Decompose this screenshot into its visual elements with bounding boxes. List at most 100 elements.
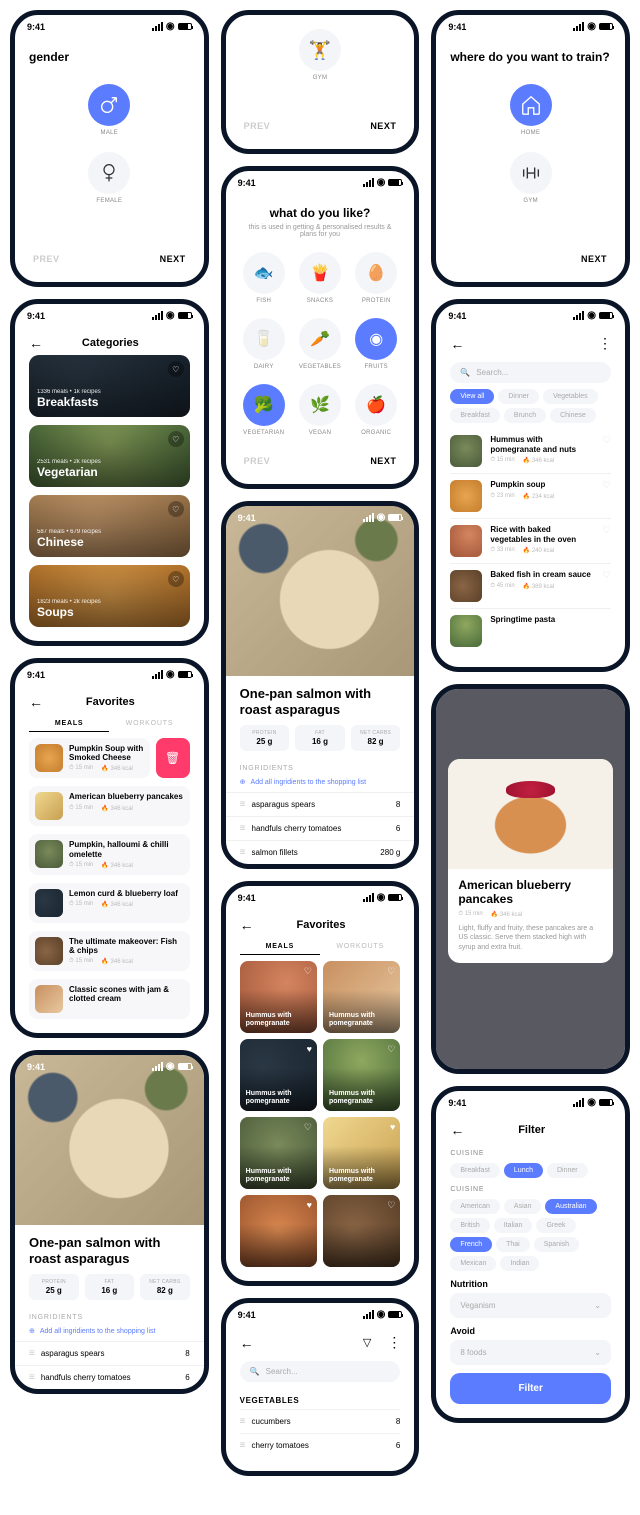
filter-pill[interactable]: Lunch	[504, 1163, 543, 1178]
filter-pill[interactable]: View all	[450, 389, 494, 404]
option-gym[interactable]: 🏋gym	[240, 29, 401, 81]
list-item[interactable]: Pumpkin soup⏱ 23 min🔥 234 kcal♡	[450, 474, 611, 519]
filter-icon[interactable]: ▽	[363, 1336, 371, 1349]
list-item[interactable]: Hummus with pomegranate and nuts⏱ 15 min…	[450, 429, 611, 474]
prev-button[interactable]: PREV	[244, 121, 271, 131]
category-card[interactable]: ♡1336 meals • 1k recipesBreakfasts	[29, 355, 190, 417]
back-button[interactable]: ←	[450, 336, 464, 352]
delete-button[interactable]: 🗑	[156, 738, 190, 778]
tab-meals[interactable]: MEALS	[29, 720, 109, 732]
favorite-icon[interactable]: ♡	[602, 435, 611, 446]
list-item[interactable]: Pumpkin Soup with Smoked Cheese⏱ 15 min🔥…	[29, 738, 150, 778]
filter-button[interactable]: Filter	[450, 1373, 611, 1404]
option-vegan[interactable]: 🌿VEGAN	[296, 384, 344, 436]
macro-stat: FAT16 g	[85, 1274, 135, 1300]
search-input[interactable]: 🔍Search...	[450, 362, 611, 383]
list-item[interactable]: Lemon curd & blueberry loaf⏱ 15 min🔥 346…	[29, 883, 190, 923]
filter-pill[interactable]: British	[450, 1218, 489, 1233]
search-input[interactable]: 🔍Search...	[240, 1361, 401, 1382]
favorite-icon[interactable]: ♡	[168, 361, 184, 377]
select-avoid[interactable]: 8 foods⌄	[450, 1340, 611, 1365]
filter-pill[interactable]: Vegetables	[543, 389, 598, 404]
add-all-button[interactable]: ⊕Add all ingridients to the shopping lis…	[226, 776, 415, 792]
back-button[interactable]: ←	[240, 917, 254, 933]
grid-card[interactable]: ♥Hummus with pomegranate	[323, 1117, 400, 1189]
grid-card[interactable]: ♡	[323, 1195, 400, 1267]
next-button[interactable]: NEXT	[370, 456, 396, 466]
filter-pill[interactable]: Spanish	[534, 1237, 579, 1252]
screen-train-location: 9:41◉ where do you want to train? home g…	[431, 10, 630, 287]
macro-stat: PROTEIN25 g	[240, 725, 290, 751]
macro-stat: FAT16 g	[295, 725, 345, 751]
filter-pill[interactable]: American	[450, 1199, 500, 1214]
category-card[interactable]: ♡2531 meals • 2k recipesVegetarian	[29, 425, 190, 487]
grid-card[interactable]: ♡Hummus with pomegranate	[240, 1117, 317, 1189]
grid-card[interactable]: ♡Hummus with pomegranate	[240, 961, 317, 1033]
favorite-icon[interactable]: ♡	[168, 571, 184, 587]
dumbbell-icon	[520, 162, 542, 184]
option-protein[interactable]: 🥚PROTEIN	[352, 252, 400, 304]
option-female[interactable]: female	[88, 152, 130, 204]
filter-pill[interactable]: Greek	[536, 1218, 575, 1233]
next-button[interactable]: NEXT	[581, 254, 607, 264]
list-item[interactable]: Pumpkin, halloumi & chilli omelette⏱ 15 …	[29, 834, 190, 874]
more-icon[interactable]: ⋮	[387, 1334, 400, 1351]
tab-workouts[interactable]: WORKOUTS	[109, 720, 189, 732]
option-male[interactable]: male	[88, 84, 130, 136]
screen-filter: 9:41◉ ←Filter CUISINE Breakfast Lunch Di…	[431, 1086, 630, 1423]
section-heading: INGRIDIENTS	[15, 1308, 204, 1325]
grid-card[interactable]: ♡Hummus with pomegranate	[323, 1039, 400, 1111]
option-dairy[interactable]: 🥛DAIRY	[240, 318, 288, 370]
grid-card[interactable]: ♡Hummus with pomegranate	[323, 961, 400, 1033]
option-vegetables[interactable]: 🥕VEGETABLES	[296, 318, 344, 370]
category-card[interactable]: ♡1823 meals • 2k recipesSoups	[29, 565, 190, 627]
back-button[interactable]: ←	[29, 694, 43, 710]
tab-meals[interactable]: MEALS	[240, 943, 320, 955]
tab-workouts[interactable]: WORKOUTS	[320, 943, 400, 955]
option-home[interactable]: home	[510, 84, 552, 136]
ingredient-row: ≡asparagus spears8	[15, 1341, 204, 1365]
favorite-icon[interactable]: ♡	[168, 501, 184, 517]
add-all-button[interactable]: ⊕Add all ingridients to the shopping lis…	[15, 1325, 204, 1341]
next-button[interactable]: NEXT	[370, 121, 396, 131]
list-item[interactable]: Rice with baked vegetables in the oven⏱ …	[450, 519, 611, 564]
filter-pill[interactable]: Brunch	[504, 408, 546, 423]
category-card[interactable]: ♡587 meals • 679 recipesChinese	[29, 495, 190, 557]
list-item[interactable]: Classic scones with jam & clotted cream	[29, 979, 190, 1019]
back-button[interactable]: ←	[29, 335, 43, 351]
filter-pill[interactable]: Thai	[496, 1237, 530, 1252]
prev-button[interactable]: PREV	[244, 456, 271, 466]
list-item[interactable]: Springtime pasta	[450, 609, 611, 653]
filter-pill[interactable]: Chinese	[550, 408, 596, 423]
favorite-icon[interactable]: ♡	[304, 966, 312, 977]
prev-button[interactable]: PREV	[33, 254, 60, 264]
filter-pill[interactable]: Asian	[504, 1199, 542, 1214]
next-button[interactable]: NEXT	[160, 254, 186, 264]
grid-card[interactable]: ♥Hummus with pomegranate	[240, 1039, 317, 1111]
option-fruits[interactable]: ◉FRUITS	[352, 318, 400, 370]
back-button[interactable]: ←	[450, 1122, 464, 1138]
list-item[interactable]: The ultimate makeover: Fish & chips⏱ 15 …	[29, 931, 190, 971]
filter-pill[interactable]: Breakfast	[450, 408, 500, 423]
more-icon[interactable]: ⋮	[598, 335, 611, 352]
status-icons: ◉	[152, 21, 192, 32]
option-vegetarian[interactable]: 🥦VEGETARIAN	[240, 384, 288, 436]
option-gym[interactable]: gym	[510, 152, 552, 204]
option-snacks[interactable]: 🍟SNACKS	[296, 252, 344, 304]
favorite-icon[interactable]: ♡	[168, 431, 184, 447]
filter-pill[interactable]: French	[450, 1237, 492, 1252]
filter-pill[interactable]: Dinner	[498, 389, 539, 404]
option-organic[interactable]: 🍎ORGANIC	[352, 384, 400, 436]
filter-pill[interactable]: Breakfast	[450, 1163, 500, 1178]
grid-card[interactable]: ♥	[240, 1195, 317, 1267]
back-button[interactable]: ←	[240, 1335, 254, 1351]
filter-pill[interactable]: Indian	[500, 1256, 539, 1271]
list-item[interactable]: Baked fish in cream sauce⏱ 45 min🔥 389 k…	[450, 564, 611, 609]
filter-pill[interactable]: Australian	[545, 1199, 596, 1214]
filter-pill[interactable]: Mexican	[450, 1256, 496, 1271]
select-nutrition[interactable]: Veganism⌄	[450, 1293, 611, 1318]
option-fish[interactable]: 🐟FISH	[240, 252, 288, 304]
filter-pill[interactable]: Italian	[494, 1218, 533, 1233]
list-item[interactable]: American blueberry pancakes⏱ 15 min🔥 346…	[29, 786, 190, 826]
filter-pill[interactable]: Dinner	[547, 1163, 588, 1178]
